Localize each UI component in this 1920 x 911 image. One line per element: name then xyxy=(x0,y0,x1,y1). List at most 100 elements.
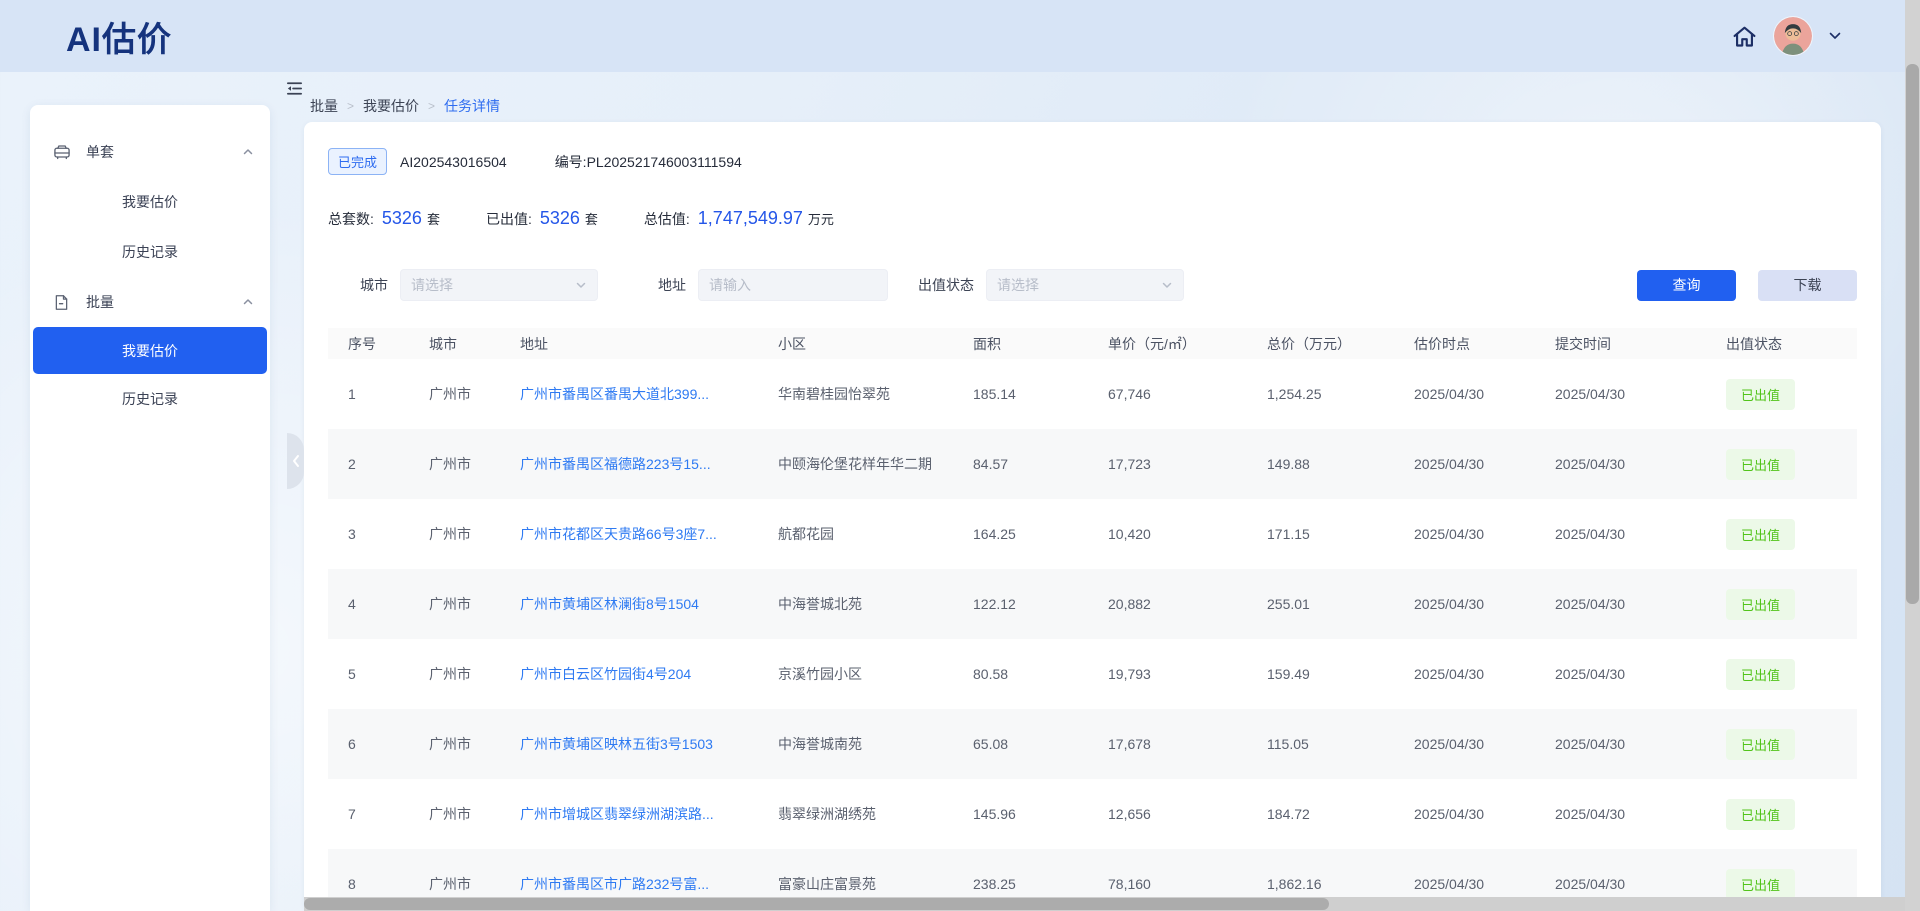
cell-status: 已出值 xyxy=(1726,379,1857,410)
status-select[interactable]: 请选择 xyxy=(986,269,1184,301)
file-icon xyxy=(52,292,72,312)
cell-total-price: 1,254.25 xyxy=(1267,386,1414,402)
vertical-scrollbar-thumb[interactable] xyxy=(1906,64,1919,604)
cell-address: 广州市番禺区市广路232号富... xyxy=(520,874,778,894)
app-logo: AI估价 xyxy=(66,12,172,61)
cell-submit-date: 2025/04/30 xyxy=(1555,456,1726,472)
sidebar: 单套 我要估价 历史记录 批量 我要估价 历史记录 xyxy=(30,105,270,911)
breadcrumb-item-batch[interactable]: 批量 xyxy=(310,96,338,116)
cell-unit-price: 17,678 xyxy=(1108,736,1267,752)
city-select[interactable]: 请选择 xyxy=(400,269,598,301)
stat-value: 1,747,549.97 xyxy=(698,208,803,229)
cell-area: 122.12 xyxy=(973,596,1108,612)
address-link[interactable]: 广州市黄埔区映林五街3号1503 xyxy=(520,736,713,752)
cell-area: 80.58 xyxy=(973,666,1108,682)
cell-total-price: 184.72 xyxy=(1267,806,1414,822)
cell-area: 84.57 xyxy=(973,456,1108,472)
cell-valuation-date: 2025/04/30 xyxy=(1414,666,1555,682)
filter-address-label: 地址 xyxy=(658,275,686,295)
cell-community: 京溪竹园小区 xyxy=(778,664,973,684)
cell-city: 广州市 xyxy=(429,804,520,824)
stat-unit: 套 xyxy=(585,209,598,228)
chevron-down-icon xyxy=(1161,279,1173,291)
cell-valuation-date: 2025/04/30 xyxy=(1414,456,1555,472)
cell-status: 已出值 xyxy=(1726,799,1857,830)
cell-index: 3 xyxy=(348,526,429,542)
cell-community: 中海誉城南苑 xyxy=(778,734,973,754)
horizontal-scrollbar-thumb[interactable] xyxy=(304,898,1329,910)
status-badge: 已出值 xyxy=(1726,449,1795,480)
breadcrumb-item-valuate[interactable]: 我要估价 xyxy=(363,96,419,116)
cell-city: 广州市 xyxy=(429,874,520,894)
address-link[interactable]: 广州市黄埔区林澜街8号1504 xyxy=(520,596,699,612)
avatar[interactable] xyxy=(1774,17,1812,55)
filter-status-label: 出值状态 xyxy=(918,275,974,295)
address-link[interactable]: 广州市花都区天贵路66号3座7... xyxy=(520,526,717,542)
cell-index: 4 xyxy=(348,596,429,612)
address-link[interactable]: 广州市番禺区市广路232号富... xyxy=(520,876,709,892)
query-button[interactable]: 查询 xyxy=(1637,270,1736,301)
filter-city-label: 城市 xyxy=(360,275,388,295)
stat-unit: 万元 xyxy=(808,209,834,228)
sidebar-group-batch[interactable]: 批量 xyxy=(30,277,270,327)
sidebar-group-single[interactable]: 单套 xyxy=(30,127,270,177)
task-id: AI202543016504 xyxy=(400,154,507,170)
address-link[interactable]: 广州市番禺区福德路223号15... xyxy=(520,456,711,472)
address-link[interactable]: 广州市增城区翡翠绿洲湖滨路... xyxy=(520,806,714,822)
sidebar-item-single-valuate[interactable]: 我要估价 xyxy=(30,177,270,227)
cell-area: 145.96 xyxy=(973,806,1108,822)
col-address: 地址 xyxy=(520,334,778,354)
cell-status: 已出值 xyxy=(1726,519,1857,550)
cell-valuation-date: 2025/04/30 xyxy=(1414,876,1555,892)
cell-city: 广州市 xyxy=(429,454,520,474)
address-input[interactable] xyxy=(698,269,888,301)
col-valuation-date: 估价时点 xyxy=(1414,334,1555,354)
cell-index: 8 xyxy=(348,876,429,892)
cell-submit-date: 2025/04/30 xyxy=(1555,666,1726,682)
cell-city: 广州市 xyxy=(429,734,520,754)
sidebar-item-batch-valuate[interactable]: 我要估价 xyxy=(33,327,267,374)
sidebar-item-batch-history[interactable]: 历史记录 xyxy=(30,374,270,424)
sidebar-collapse-handle[interactable] xyxy=(287,433,304,489)
cell-submit-date: 2025/04/30 xyxy=(1555,596,1726,612)
home-icon[interactable] xyxy=(1731,23,1758,50)
cell-community: 华南碧桂园怡翠苑 xyxy=(778,384,973,404)
download-button[interactable]: 下载 xyxy=(1758,270,1857,301)
task-detail-card: 已完成 AI202543016504 编号:PL2025217460031115… xyxy=(304,122,1881,911)
table-row: 2广州市广州市番禺区福德路223号15...中颐海伦堡花样年华二期84.5717… xyxy=(328,429,1857,499)
cell-total-price: 149.88 xyxy=(1267,456,1414,472)
vertical-scrollbar[interactable] xyxy=(1905,0,1920,911)
address-link[interactable]: 广州市番禺区番禺大道北399... xyxy=(520,386,709,402)
col-unit-price: 单价（元/㎡） xyxy=(1108,334,1267,354)
address-link[interactable]: 广州市白云区竹园街4号204 xyxy=(520,666,691,682)
chevron-up-icon xyxy=(242,146,254,158)
sidebar-group-label: 批量 xyxy=(86,292,114,312)
stat-value: 5326 xyxy=(382,208,422,229)
cell-address: 广州市番禺区福德路223号15... xyxy=(520,454,778,474)
cell-total-price: 115.05 xyxy=(1267,736,1414,752)
task-info-row: 已完成 AI202543016504 编号:PL2025217460031115… xyxy=(328,148,1857,175)
cell-area: 238.25 xyxy=(973,876,1108,892)
car-icon xyxy=(52,142,72,162)
cell-total-price: 159.49 xyxy=(1267,666,1414,682)
city-select-placeholder: 请选择 xyxy=(411,275,453,295)
cell-area: 65.08 xyxy=(973,736,1108,752)
stat-label: 总估值: xyxy=(644,209,690,229)
cell-index: 5 xyxy=(348,666,429,682)
filter-buttons: 查询 下载 xyxy=(1637,270,1857,301)
cell-status: 已出值 xyxy=(1726,869,1857,900)
cell-index: 2 xyxy=(348,456,429,472)
col-status: 出值状态 xyxy=(1726,334,1857,354)
results-table: 序号 城市 地址 小区 面积 单价（元/㎡） 总价（万元） 估价时点 提交时间 … xyxy=(328,328,1857,911)
col-community: 小区 xyxy=(778,334,973,354)
cell-unit-price: 17,723 xyxy=(1108,456,1267,472)
cell-unit-price: 67,746 xyxy=(1108,386,1267,402)
sidebar-item-single-history[interactable]: 历史记录 xyxy=(30,227,270,277)
breadcrumb-item-task-detail: 任务详情 xyxy=(444,96,500,116)
cell-address: 广州市白云区竹园街4号204 xyxy=(520,664,778,684)
user-menu-chevron-down-icon[interactable] xyxy=(1828,29,1842,43)
col-area: 面积 xyxy=(973,334,1108,354)
horizontal-scrollbar[interactable] xyxy=(304,897,1905,911)
menu-fold-icon[interactable] xyxy=(285,79,304,103)
status-badge: 已出值 xyxy=(1726,659,1795,690)
